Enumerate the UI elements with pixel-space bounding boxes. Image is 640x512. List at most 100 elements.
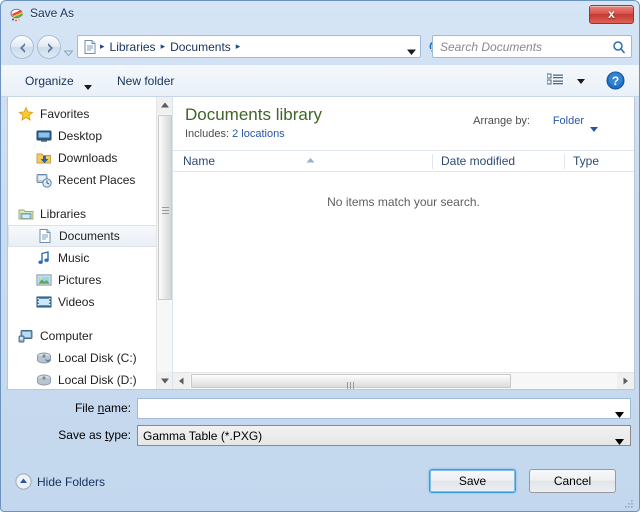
browser-body: Favorites Desktop Downloads Recent Place…: [7, 97, 635, 390]
breadcrumb-separator: ▸: [100, 41, 105, 51]
toolbar: Organize New folder ?: [1, 65, 639, 97]
column-header-name[interactable]: Name: [183, 154, 215, 168]
close-button[interactable]: x: [589, 5, 634, 24]
recent-pages-dropdown[interactable]: [63, 45, 74, 57]
sidebar-item-label: Recent Places: [58, 173, 136, 187]
sidebar-item-videos[interactable]: Videos: [8, 291, 158, 313]
collapse-up-icon: [15, 473, 32, 490]
file-name-label-post: ame:: [104, 401, 131, 415]
column-header-date-modified[interactable]: Date modified: [441, 154, 515, 168]
search-input[interactable]: Search Documents: [432, 35, 632, 58]
desktop-icon: [36, 128, 52, 144]
caret-down-icon: [84, 79, 92, 90]
sidebar-item-local-disk-c[interactable]: Local Disk (C:): [8, 347, 158, 369]
library-title: Documents library: [185, 105, 322, 124]
dialog-footer: Hide Folders Save Cancel: [1, 457, 639, 511]
downloads-folder-icon: [36, 150, 52, 166]
save-button[interactable]: Save: [429, 469, 516, 493]
change-view-button[interactable]: [547, 71, 585, 91]
includes-locations-link[interactable]: 2 locations: [232, 128, 285, 140]
nav-group-libraries[interactable]: Libraries: [8, 203, 158, 225]
sidebar-item-label: Music: [58, 251, 90, 265]
caret-down-icon[interactable]: [590, 121, 598, 132]
new-folder-button[interactable]: New folder: [111, 72, 180, 90]
column-header-row: Name Date modified Type: [173, 150, 634, 172]
sidebar-item-downloads[interactable]: Downloads: [8, 147, 158, 169]
back-button[interactable]: [10, 35, 34, 59]
sidebar-item-desktop[interactable]: Desktop: [8, 125, 158, 147]
file-name-label: File name:: [31, 401, 131, 415]
nav-group-computer[interactable]: Computer: [8, 325, 158, 347]
resize-grip-icon[interactable]: [623, 498, 635, 510]
empty-state-message: No items match your search.: [327, 195, 480, 209]
application-icon: [9, 7, 25, 23]
save-as-dialog: Save As x ▸ Libraries ▸ Documents ▸ Sear…: [0, 0, 640, 512]
recent-places-icon: [36, 172, 52, 188]
search-placeholder: Search Documents: [440, 40, 543, 54]
sidebar-item-label: Local Disk (C:): [58, 351, 137, 365]
column-divider[interactable]: [432, 154, 433, 169]
file-name-label-pre: File: [74, 401, 98, 415]
column-divider[interactable]: [564, 154, 565, 169]
scroll-right-arrow-icon[interactable]: [617, 373, 634, 389]
save-as-type-value: Gamma Table (*.PXG): [143, 428, 263, 443]
breadcrumb-separator: ▸: [235, 41, 241, 51]
svg-text:?: ?: [612, 74, 619, 88]
nav-group-label: Libraries: [40, 207, 87, 221]
includes-label: Includes:: [185, 128, 230, 140]
documents-icon: [37, 228, 53, 244]
arrange-by-value[interactable]: Folder: [553, 115, 584, 127]
sidebar-item-music[interactable]: Music: [8, 247, 158, 269]
organize-button[interactable]: Organize: [19, 72, 80, 90]
save-as-type-label-pre: Save as: [58, 428, 105, 442]
hide-folders-label: Hide Folders: [37, 474, 106, 489]
pictures-icon: [36, 272, 52, 288]
nav-group-favorites[interactable]: Favorites: [8, 103, 158, 125]
breadcrumb-libraries[interactable]: Libraries: [107, 39, 159, 55]
scroll-left-arrow-icon[interactable]: [173, 373, 190, 389]
sidebar-item-label: Local Disk (D:): [58, 373, 137, 387]
sidebar-item-label: Videos: [58, 295, 95, 309]
nav-group-label: Computer: [40, 329, 93, 343]
sort-ascending-icon: [306, 152, 315, 163]
close-icon: x: [608, 7, 615, 21]
file-form: File name: Save as type: Gamma Table (*.…: [1, 393, 639, 453]
address-bar[interactable]: ▸ Libraries ▸ Documents ▸: [77, 35, 421, 58]
hide-folders-button[interactable]: Hide Folders: [15, 473, 105, 490]
address-dropdown-button[interactable]: [407, 44, 416, 55]
sidebar-item-recent-places[interactable]: Recent Places: [8, 169, 158, 191]
scrollbar-grip-icon: [347, 378, 355, 389]
nav-group-label: Favorites: [40, 107, 90, 121]
help-icon: ?: [606, 71, 625, 93]
navigation-pane-scrollbar[interactable]: [156, 97, 172, 389]
scrollbar-grip-icon: [162, 204, 169, 214]
cancel-button[interactable]: Cancel: [529, 469, 616, 493]
scrollbar-thumb[interactable]: [191, 374, 511, 389]
help-button[interactable]: ?: [606, 71, 625, 90]
sidebar-item-label: Pictures: [58, 273, 102, 287]
window-title: Save As: [30, 6, 75, 20]
caret-down-icon[interactable]: [615, 434, 624, 445]
sidebar-item-pictures[interactable]: Pictures: [8, 269, 158, 291]
file-list-horizontal-scrollbar[interactable]: [173, 372, 634, 389]
scroll-down-arrow-icon[interactable]: [157, 372, 172, 389]
file-name-input[interactable]: [137, 398, 631, 419]
address-bar-row: ▸ Libraries ▸ Documents ▸ Search Documen…: [1, 29, 639, 65]
breadcrumb-documents[interactable]: Documents: [167, 39, 234, 55]
music-note-icon: [36, 250, 52, 266]
column-header-type[interactable]: Type: [573, 154, 599, 168]
caret-down-icon[interactable]: [615, 407, 624, 418]
computer-icon: [18, 328, 34, 344]
save-as-type-dropdown[interactable]: Gamma Table (*.PXG): [137, 425, 631, 446]
videos-icon: [36, 294, 52, 310]
scrollbar-thumb[interactable]: [158, 115, 172, 300]
breadcrumb-separator: ▸: [160, 41, 166, 51]
navigation-list: Favorites Desktop Downloads Recent Place…: [8, 103, 158, 389]
forward-button[interactable]: [37, 35, 61, 59]
libraries-folder-icon: [18, 206, 34, 222]
scroll-up-arrow-icon[interactable]: [157, 97, 172, 114]
sidebar-item-documents[interactable]: Documents: [8, 225, 158, 247]
sidebar-item-local-disk-d[interactable]: Local Disk (D:): [8, 369, 158, 389]
save-as-type-label: Save as type:: [31, 428, 131, 442]
star-icon: [18, 106, 34, 122]
